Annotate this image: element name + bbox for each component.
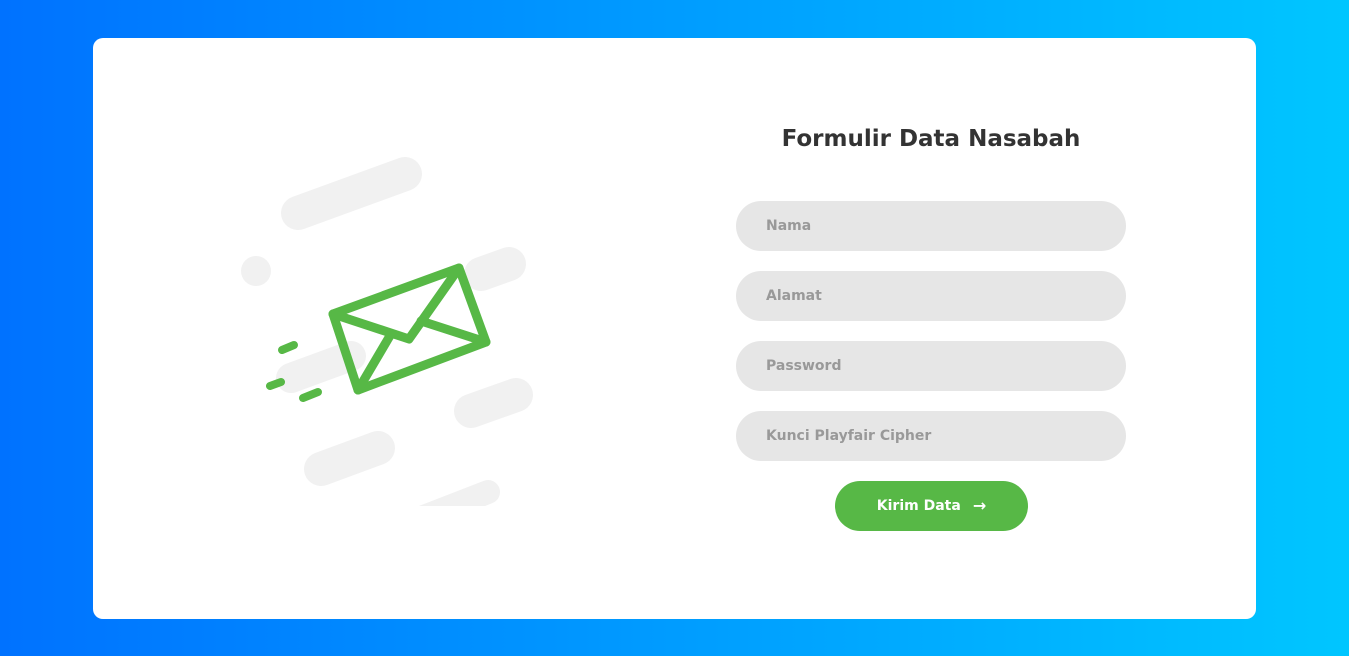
- submit-button[interactable]: Kirim Data →: [835, 481, 1028, 531]
- password-field[interactable]: [736, 341, 1126, 391]
- playfair-key-field[interactable]: [736, 411, 1126, 461]
- submit-button-label: Kirim Data: [876, 498, 961, 514]
- form-card: Formulir Data Nasabah Kirim Data →: [93, 38, 1256, 619]
- form-title: Formulir Data Nasabah: [781, 126, 1081, 152]
- illustration: [241, 156, 561, 506]
- customer-data-form: Formulir Data Nasabah Kirim Data →: [735, 38, 1127, 619]
- nama-field[interactable]: [736, 201, 1126, 251]
- alamat-field[interactable]: [736, 271, 1126, 321]
- arrow-right-icon: →: [972, 496, 987, 515]
- envelope-flying-icon: [241, 157, 533, 506]
